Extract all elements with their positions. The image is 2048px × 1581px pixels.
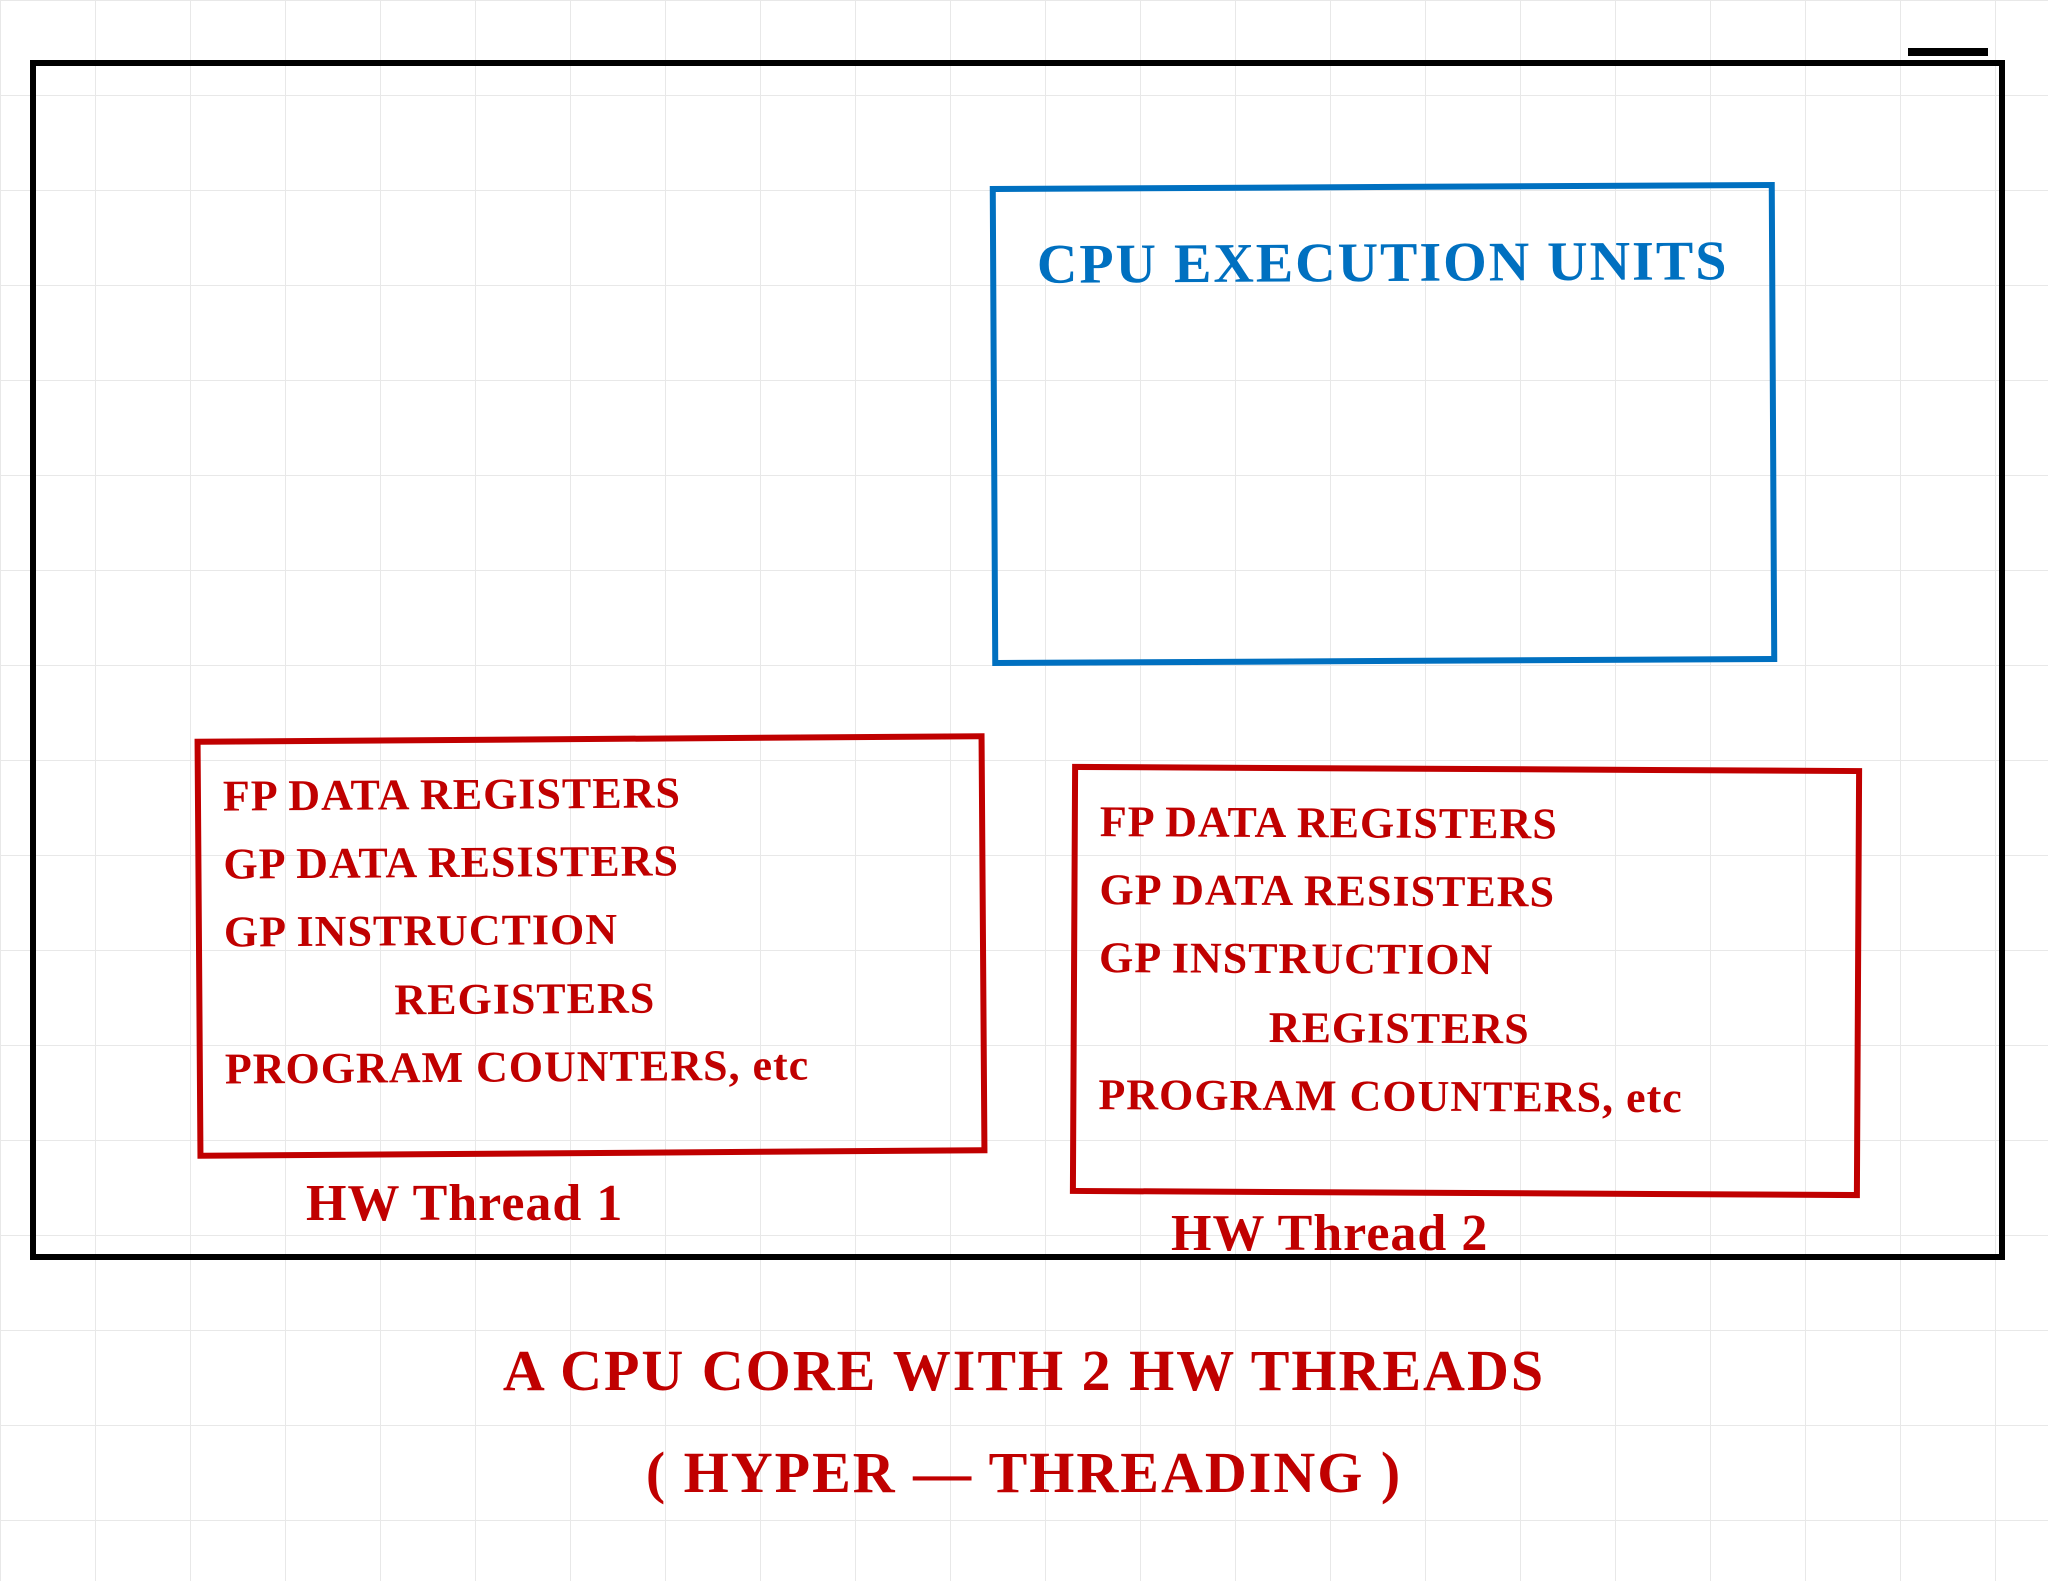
hw-thread-1-content: FP DATA REGISTERS GP DATA RESISTERS GP I… [223, 757, 959, 1103]
hw-thread-1-box: FP DATA REGISTERS GP DATA RESISTERS GP I… [195, 733, 988, 1159]
thread1-program-counters: PROGRAM COUNTERS, etc [225, 1030, 959, 1103]
top-accent-mark [1908, 48, 1988, 56]
cpu-execution-units-box: CPU EXECUTION UNITS [990, 182, 1778, 666]
hw-thread-1-label: HW Thread 1 [306, 1174, 623, 1233]
thread2-registers: REGISTERS [1099, 993, 1833, 1065]
exec-line-1: CPU [1037, 233, 1158, 296]
thread1-registers: REGISTERS [224, 962, 958, 1035]
exec-line-2: EXECUTION [1174, 231, 1531, 295]
caption-line-2: ( HYPER — THREADING ) [0, 1422, 2048, 1524]
hw-thread-2-content: FP DATA REGISTERS GP DATA RESISTERS GP I… [1098, 788, 1834, 1133]
thread1-gp-data-registers: GP DATA RESISTERS [223, 826, 957, 899]
thread1-gp-instruction: GP INSTRUCTION [224, 894, 958, 967]
cpu-core-container: CPU EXECUTION UNITS FP DATA REGISTERS GP… [30, 60, 2005, 1260]
thread1-fp-registers: FP DATA REGISTERS [223, 757, 957, 830]
hw-thread-2-label: HW Thread 2 [1171, 1204, 1488, 1263]
caption-line-1: A CPU CORE WITH 2 HW THREADS [0, 1320, 2048, 1422]
cpu-execution-units-label: CPU EXECUTION UNITS [996, 188, 1770, 309]
exec-line-3: UNITS [1547, 230, 1728, 293]
thread2-program-counters: PROGRAM COUNTERS, etc [1098, 1061, 1832, 1133]
thread2-gp-data-registers: GP DATA RESISTERS [1099, 856, 1833, 928]
hw-thread-2-box: FP DATA REGISTERS GP DATA RESISTERS GP I… [1070, 764, 1862, 1198]
diagram-caption: A CPU CORE WITH 2 HW THREADS ( HYPER — T… [0, 1320, 2048, 1523]
thread2-gp-instruction: GP INSTRUCTION [1099, 924, 1833, 996]
thread2-fp-registers: FP DATA REGISTERS [1100, 788, 1834, 860]
